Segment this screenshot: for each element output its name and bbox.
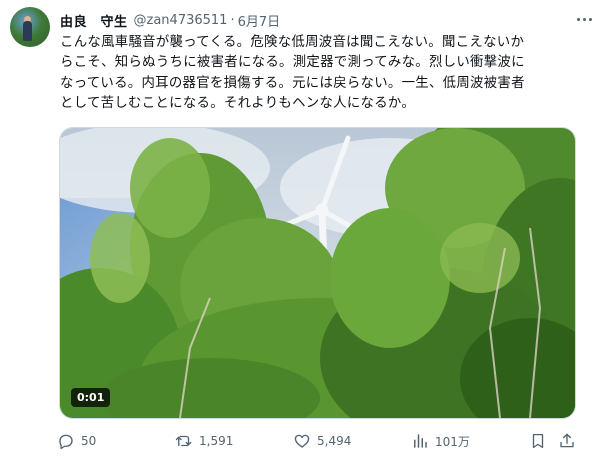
- video-timestamp: 0:01: [71, 388, 111, 407]
- separator-dot: ·: [230, 12, 235, 28]
- tweet-date[interactable]: 6月7日: [238, 11, 281, 30]
- tweet-text-line: として苦しむことになる。それよりもヘンな人になるか。: [60, 95, 416, 111]
- video-player[interactable]: 0:01: [59, 127, 576, 419]
- retweet-icon: [175, 435, 192, 447]
- tweet-text-line: こんな風車騒音が襲ってくる。危険な低周波音は聞こえない。聞こえないか: [60, 35, 525, 50]
- share-button[interactable]: [558, 431, 576, 451]
- retweet-button[interactable]: 1,591: [175, 431, 233, 451]
- view-count: 101万: [435, 434, 470, 449]
- author-name[interactable]: 由良 守生: [60, 11, 128, 30]
- more-icon[interactable]: [572, 9, 596, 29]
- avatar[interactable]: [10, 7, 50, 47]
- reply-icon: [59, 434, 73, 450]
- avatar-figure: [23, 21, 32, 41]
- action-bar: 50 1,591 5,494 101万: [57, 431, 581, 451]
- author-handle[interactable]: @zan4736511: [134, 13, 228, 28]
- tweet-text-line: なっている。内耳の器官を損傷する。元には戻らない。一生、低周波被害者: [60, 75, 525, 91]
- views-button[interactable]: 101万: [411, 431, 470, 451]
- tweet-header: 由良 守生 @zan4736511 · 6月7日: [60, 10, 596, 30]
- like-button[interactable]: 5,494: [293, 431, 351, 451]
- bookmark-button[interactable]: [529, 431, 547, 451]
- reply-button[interactable]: 50: [57, 431, 96, 451]
- tweet-text-line: らこそ、知らぬうちに被害者になる。測定器で測ってみな。烈しい衝撃波に: [60, 55, 525, 71]
- tweet-text: こんな風車騒音が襲ってくる。危険な低周波音は聞こえない。聞こえないか らこそ、知…: [60, 33, 588, 114]
- bookmark-icon: [532, 433, 544, 449]
- share-icon: [560, 433, 574, 448]
- video-thumbnail: [60, 128, 575, 418]
- reply-count: 50: [81, 434, 97, 448]
- retweet-count: 1,591: [199, 434, 234, 448]
- like-icon: [294, 434, 310, 448]
- like-count: 5,494: [317, 434, 352, 448]
- views-icon: [414, 434, 427, 448]
